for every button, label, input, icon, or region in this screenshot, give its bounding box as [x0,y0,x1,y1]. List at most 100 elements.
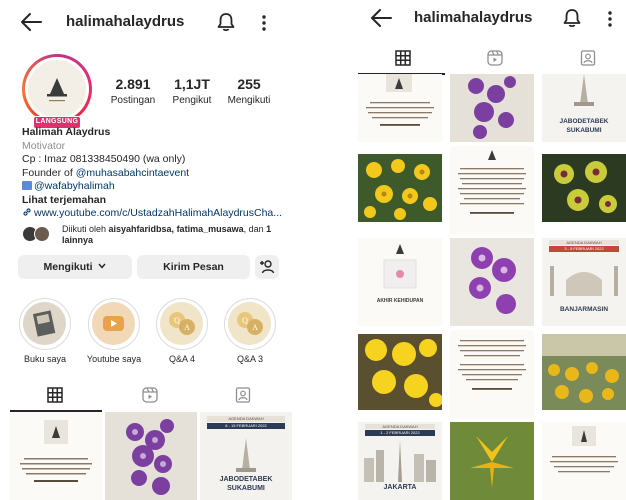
purple-orchid-photo [105,412,197,500]
post-thumbnail[interactable]: AGENDA DAKWAH 8 - 15 FEBRUARI 2022 JABOD… [200,412,292,500]
youtube-icon [103,316,124,331]
post-title-sukabumi: SUKABUMI [227,485,265,492]
tagged-icon[interactable] [235,387,251,403]
posts-grid: AGENDA DAKWAH 8 - 15 FEBRUARI 2022 JABOD… [10,412,292,500]
post-agenda-label: AGENDA DAKWAH [207,416,285,422]
reels-icon[interactable] [487,50,503,66]
monument-graphic [236,438,256,472]
mosque-graphic [550,266,618,296]
post-thumbnail[interactable] [105,412,197,500]
post-title-jakarta: JAKARTA [383,484,417,491]
bio-founder: Founder of @muhasabahcintaevent [22,167,292,181]
logo-icon [28,60,86,118]
tagged-icon[interactable] [580,50,596,66]
highlight-books[interactable]: Buku saya [17,298,73,364]
post-thumbnail[interactable]: JABODETABEK SUKABUMI [542,74,626,142]
profile-pane-full: halimahalaydrus LANGSUNG 2.891 Postingan… [0,0,300,500]
more-options-icon[interactable] [607,10,613,28]
more-options-icon[interactable] [261,14,267,32]
top-bar: halimahalaydrus [0,0,300,44]
profile-username: halimahalaydrus [66,13,185,30]
profile-pane-scrolled: halimahalaydrus JABODETABEK SUKABUMI AKH… [354,0,626,500]
bio-brand-tag[interactable]: @wafabyhalimah [34,180,115,192]
back-arrow-icon[interactable] [20,12,42,32]
add-person-button[interactable] [255,255,279,279]
highlight-qa3-label: Q&A 3 [236,354,263,364]
post-quote-graphic [10,412,102,500]
bell-icon[interactable] [217,12,235,32]
add-person-icon [260,260,275,274]
profile-tabs-scrolled [354,44,626,75]
post-thumbnail[interactable] [10,412,102,500]
post-agenda-label: AGENDA DAKWAH [364,424,436,429]
svg-text:A: A [184,323,190,332]
followed-by-text: Diikuti oleh aisyahfaridbsa, fatima_musa… [62,224,292,246]
svg-text:A: A [252,323,258,332]
post-agenda-label: AGENDA DAKWAH [548,240,620,245]
post-thumbnail[interactable] [542,334,626,410]
purple-orchid-photo [450,238,534,326]
profile-website-link[interactable]: www.youtube.com/c/UstadzahHalimahAlaydru… [22,207,292,221]
post-quote-graphic [458,340,526,390]
profile-tabs [0,382,300,412]
post-thumbnail[interactable] [450,422,534,500]
profile-category: Motivator [22,139,66,152]
highlight-youtube[interactable]: Youtube saya [86,298,142,364]
bell-icon[interactable] [563,8,581,28]
post-thumbnail[interactable] [542,422,626,500]
followed-by-mid: , dan [243,224,267,234]
post-thumbnail[interactable] [450,330,534,418]
followed-by-count: 1 [266,224,272,234]
bio-founder-tag[interactable]: @muhasabahcintaevent [76,167,189,179]
grid-icon[interactable] [47,387,63,403]
profile-username: halimahalaydrus [414,9,533,26]
see-translation-link[interactable]: Lihat terjemahan [22,194,292,208]
link-icon [23,208,31,216]
following-button-label: Mengikuti [43,261,93,273]
highlight-youtube-label: Youtube saya [86,354,142,364]
purple-orchid-photo [450,74,534,142]
post-thumbnail[interactable] [450,238,534,326]
following-button[interactable]: Mengikuti [18,255,132,279]
reels-icon[interactable] [142,387,158,403]
stat-posts[interactable]: 2.891 Postingan [108,76,158,106]
post-thumbnail[interactable]: AGENDA DAKWAH 1 - 2 FEBRUARI 2022 JAKART… [358,422,442,500]
bio-brand: @wafabyhalimah [22,180,292,194]
flower-card-graphic [383,244,417,289]
message-button[interactable]: Kirim Pesan [137,255,250,279]
book-cover-icon [32,310,56,337]
svg-text:Q: Q [242,316,248,325]
qa-bubble-icon: Q A [237,312,263,335]
post-thumbnail[interactable] [358,334,442,410]
highlight-qa4[interactable]: Q A Q&A 4 [154,298,210,364]
profile-bio: Halimah Alaydrus Motivator Cp : Imaz 081… [22,126,292,221]
post-date: 3 - 5 FEBRUARI 2022 [548,246,620,252]
stat-following-count: 255 [237,76,261,92]
highlight-qa3[interactable]: Q A Q&A 3 [222,298,278,364]
grid-icon[interactable] [395,50,411,66]
followed-by[interactable]: Diikuti oleh aisyahfaridbsa, fatima_musa… [22,224,292,246]
profile-avatar[interactable] [22,54,92,124]
bio-founder-prefix: Founder of [22,166,76,179]
post-thumbnail[interactable] [358,74,442,142]
stat-following[interactable]: 255 Mengikuti [225,76,273,106]
posts-grid-scrolled: JABODETABEK SUKABUMI AKHIR KEHIDUPAN AGE… [358,74,626,500]
post-quote-graphic [550,426,618,473]
post-thumbnail[interactable] [450,146,534,234]
yellow-lily-photo [450,422,534,500]
post-thumbnail[interactable] [358,154,442,222]
yellow-flower-photo [358,154,442,222]
city-skyline-graphic [364,440,436,482]
post-thumbnail[interactable] [450,74,534,142]
followed-by-prefix: Diikuti oleh [62,224,109,234]
post-thumbnail[interactable] [542,154,626,222]
post-title-akhir-kehidupan: AKHIR KEHIDUPAN [376,298,424,304]
post-thumbnail[interactable]: AGENDA DAKWAH 3 - 5 FEBRUARI 2022 BANJAR… [542,238,626,326]
post-thumbnail[interactable]: AKHIR KEHIDUPAN [358,238,442,326]
stat-following-label: Mengikuti [227,95,271,106]
stat-followers-count: 1,1JT [174,76,210,92]
stat-followers[interactable]: 1,1JT Pengikut [168,76,216,106]
profile-website-text: www.youtube.com/c/UstadzahHalimahAlaydru… [34,207,283,219]
post-title-jabodetabek: JABODETABEK [219,476,273,483]
back-arrow-icon[interactable] [370,8,392,28]
